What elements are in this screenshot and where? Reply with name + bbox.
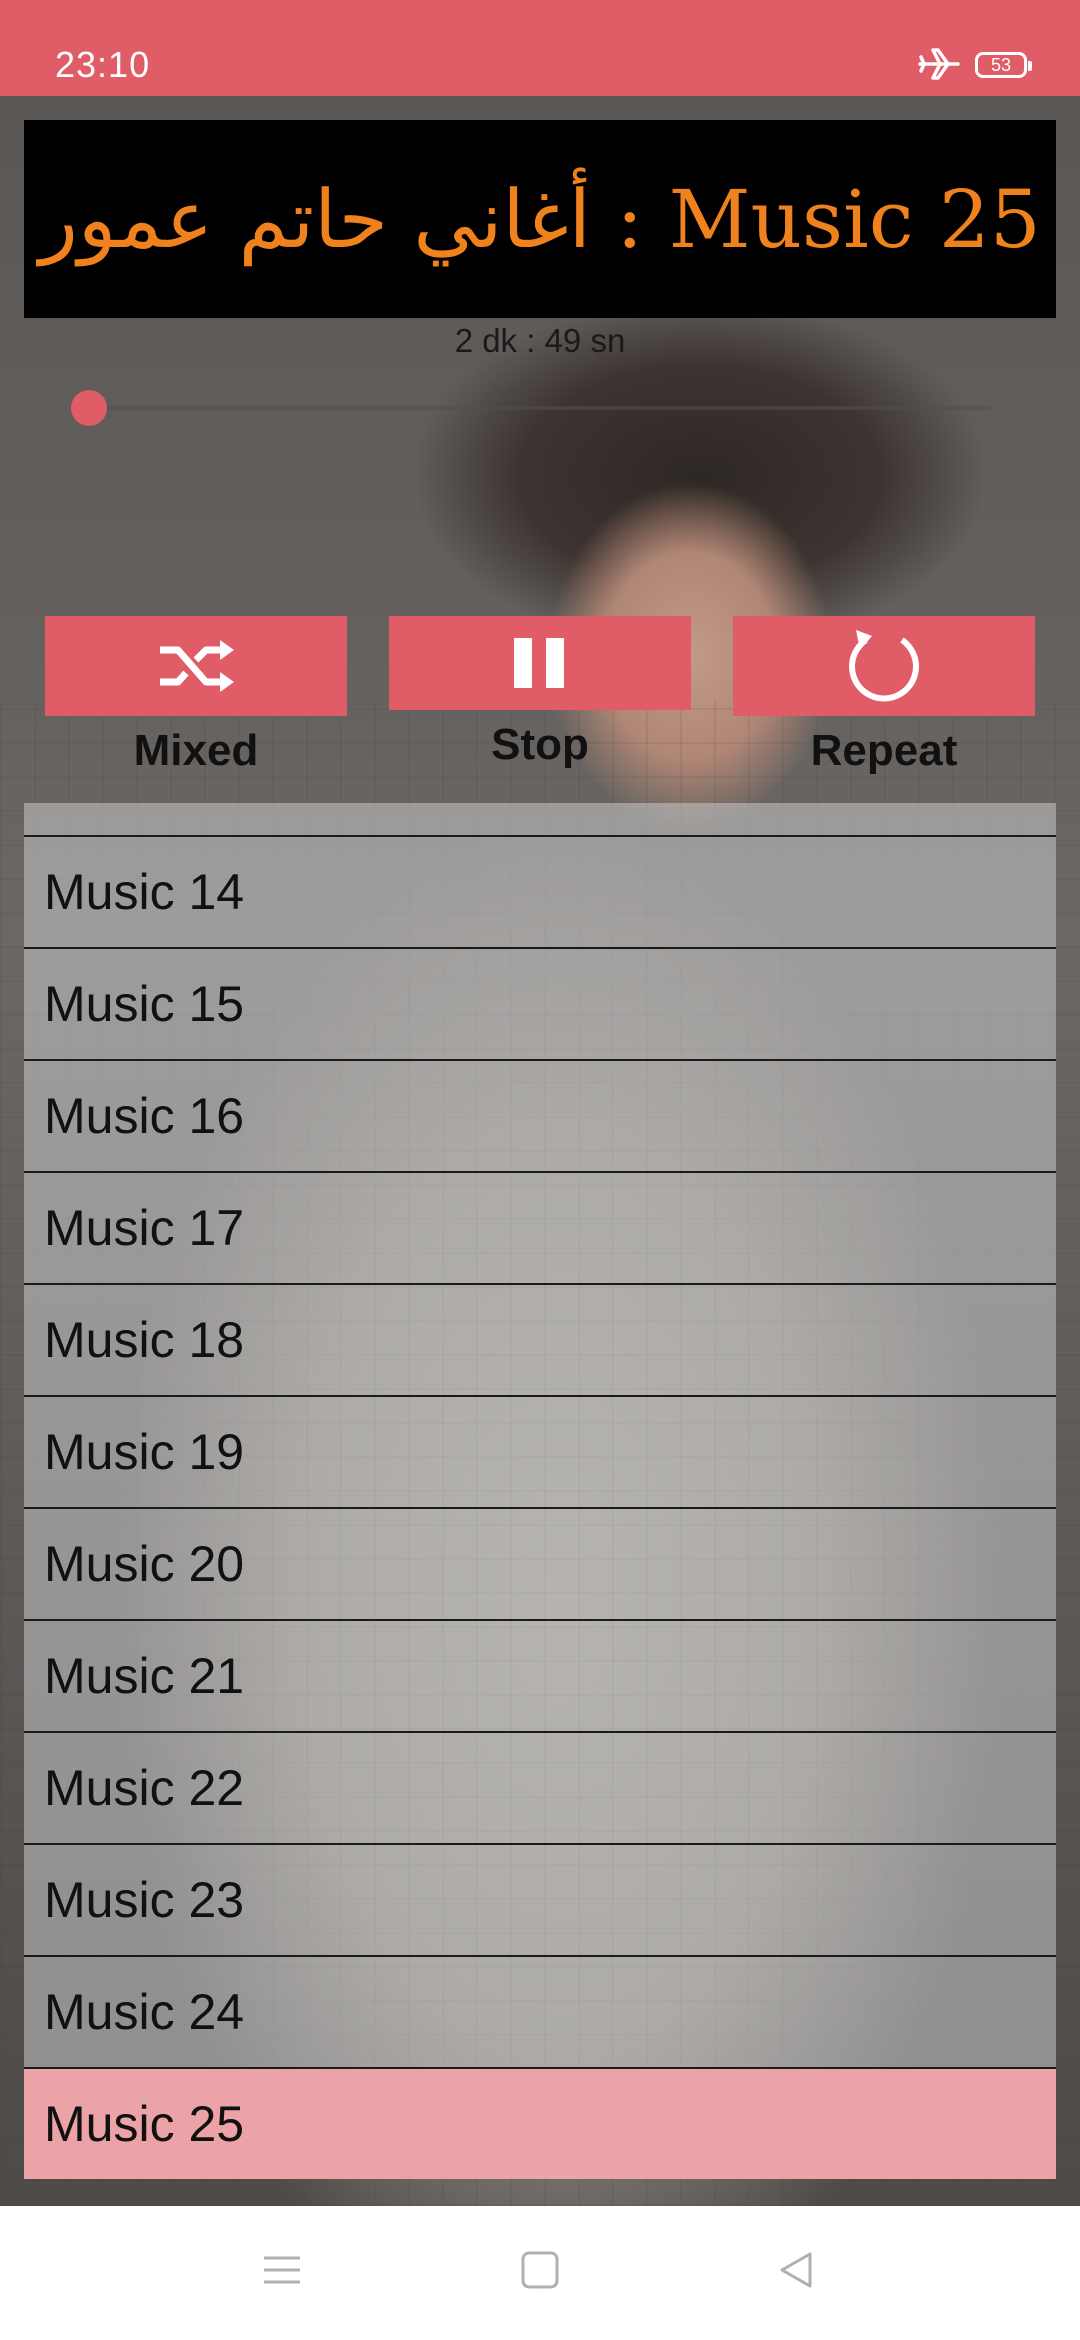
playlist-item[interactable]: Music 19 xyxy=(24,1397,1056,1509)
seek-bar[interactable] xyxy=(90,406,992,410)
page-title: أغاني حاتم عمور : Music 25 xyxy=(39,172,1041,266)
stop-label: Stop xyxy=(491,720,589,769)
playlist-item[interactable]: Music 17 xyxy=(24,1173,1056,1285)
back-icon[interactable] xyxy=(776,2250,816,2290)
track-duration: 2 dk : 49 sn xyxy=(454,322,626,359)
mixed-label: Mixed xyxy=(133,726,259,775)
playlist-item[interactable]: Music 21 xyxy=(24,1621,1056,1733)
seek-thumb[interactable] xyxy=(71,390,107,426)
playlist-item[interactable]: Music 14 xyxy=(24,837,1056,949)
shuffle-button[interactable] xyxy=(45,616,347,716)
repeat-label: Repeat xyxy=(810,726,958,775)
repeat-control: Repeat xyxy=(733,616,1035,776)
home-icon[interactable] xyxy=(520,2250,560,2290)
playlist-item-active[interactable]: Music 25 xyxy=(24,2069,1056,2179)
pause-icon xyxy=(514,638,564,688)
menu-icon[interactable] xyxy=(262,2250,302,2290)
shuffle-icon xyxy=(160,640,234,692)
repeat-icon xyxy=(849,630,919,702)
playlist-item[interactable]: Music 13 xyxy=(24,803,1056,837)
playlist-item[interactable]: Music 22 xyxy=(24,1733,1056,1845)
mixed-control: Mixed xyxy=(45,616,347,776)
playlist-item[interactable]: Music 24 xyxy=(24,1957,1056,2069)
playlist: Music 13 Music 14 Music 15 Music 16 Musi… xyxy=(24,803,1056,2183)
title-banner: أغاني حاتم عمور : Music 25 xyxy=(24,120,1056,318)
battery-icon: 53 xyxy=(975,52,1032,78)
navigation-bar xyxy=(0,2206,1080,2340)
status-bar: 23:10 53 xyxy=(0,0,1080,96)
playlist-item[interactable]: Music 18 xyxy=(24,1285,1056,1397)
playlist-item[interactable]: Music 16 xyxy=(24,1061,1056,1173)
status-time: 23:10 xyxy=(55,44,151,85)
playlist-item[interactable]: Music 23 xyxy=(24,1845,1056,1957)
stop-control: Stop xyxy=(389,616,691,770)
airplane-mode-icon xyxy=(918,48,960,80)
pause-button[interactable] xyxy=(389,616,691,710)
repeat-button[interactable] xyxy=(733,616,1035,716)
playlist-item[interactable]: Music 15 xyxy=(24,949,1056,1061)
playlist-item[interactable]: Music 20 xyxy=(24,1509,1056,1621)
playlist-items: Music 13 Music 14 Music 15 Music 16 Musi… xyxy=(24,803,1056,2179)
